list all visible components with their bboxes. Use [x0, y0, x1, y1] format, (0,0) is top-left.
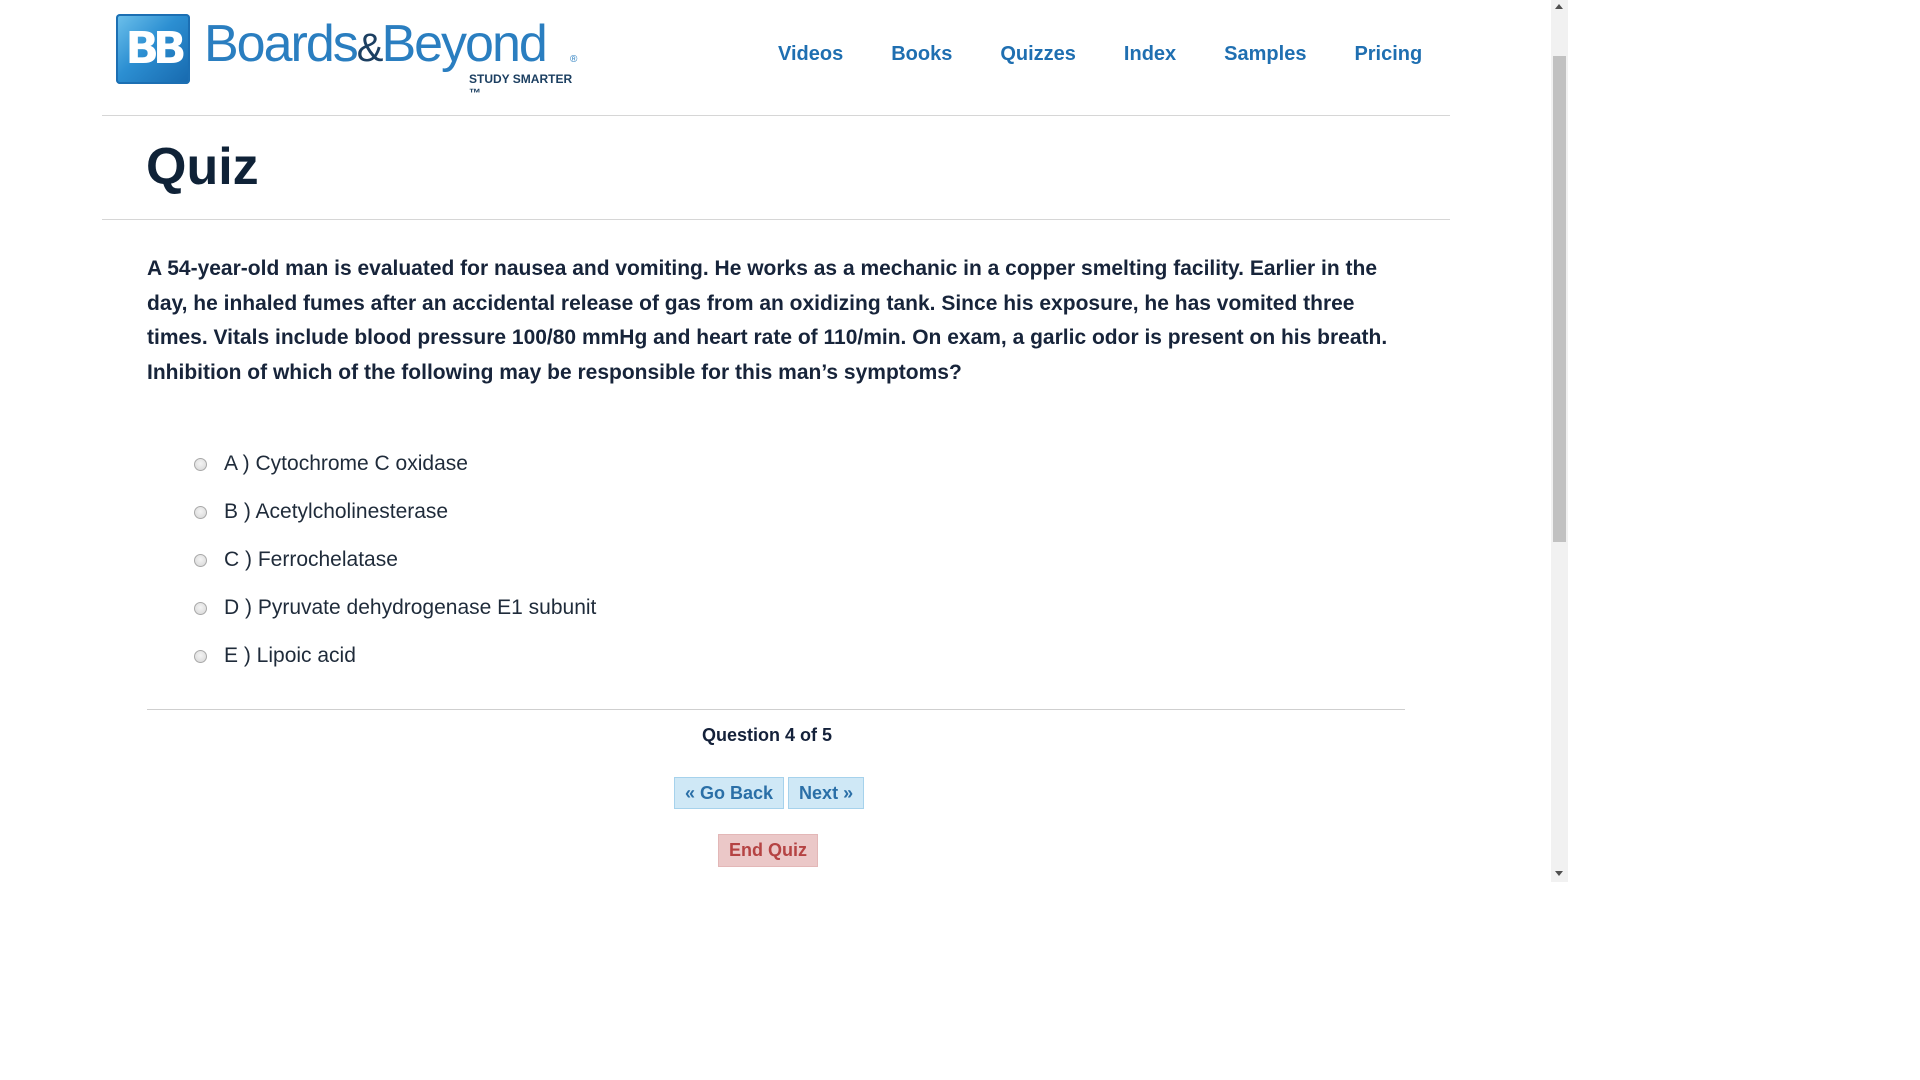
- answer-option-label: B ) Acetylcholinesterase: [224, 500, 449, 523]
- answer-options: A ) Cytochrome C oxidase B ) Acetylcholi…: [194, 440, 596, 680]
- vertical-scrollbar[interactable]: [1551, 0, 1568, 882]
- answer-option-label: D ) Pyruvate dehydrogenase E1 subunit: [224, 596, 597, 619]
- nav-link-quizzes[interactable]: Quizzes: [1000, 40, 1076, 68]
- site-header: BB Boards&Beyond ® STUDY SMARTER ™ Video…: [102, 0, 1450, 116]
- question-text: A 54-year-old man is evaluated for nause…: [147, 257, 1388, 384]
- brand-tagline: STUDY SMARTER ™: [469, 72, 573, 100]
- scroll-down-arrow-icon[interactable]: [1555, 871, 1563, 876]
- brand-name: Boards&Beyond: [204, 14, 548, 78]
- answer-option-label: C ) Ferrochelatase: [224, 548, 398, 571]
- scroll-up-arrow-icon[interactable]: [1555, 4, 1563, 9]
- answer-option-label: E ) Lipoic acid: [224, 644, 356, 667]
- radio-unchecked-icon[interactable]: [194, 505, 207, 519]
- radio-unchecked-icon[interactable]: [194, 649, 207, 663]
- radio-unchecked-icon[interactable]: [194, 601, 207, 615]
- end-quiz-button[interactable]: End Quiz: [718, 834, 818, 867]
- next-button[interactable]: Next »: [788, 777, 865, 809]
- main-nav: Videos Books Quizzes Index Samples Prici…: [778, 40, 1422, 68]
- nav-link-samples[interactable]: Samples: [1224, 40, 1306, 68]
- brand-name-part1: Boards: [204, 15, 359, 73]
- brand-logo[interactable]: BB Boards&Beyond ® STUDY SMARTER ™: [116, 14, 584, 100]
- nav-link-pricing[interactable]: Pricing: [1354, 40, 1422, 68]
- divider: [147, 709, 1405, 710]
- page-title: Quiz: [146, 138, 259, 196]
- bb-logo-icon: BB: [116, 14, 190, 84]
- brand-registered-mark: ®: [570, 54, 578, 65]
- go-back-button[interactable]: « Go Back: [674, 777, 785, 809]
- brand-name-part2: Beyond: [381, 15, 547, 73]
- title-bar: Quiz: [102, 116, 1450, 220]
- nav-link-videos[interactable]: Videos: [778, 40, 843, 68]
- answer-option-e[interactable]: E ) Lipoic acid: [194, 632, 596, 680]
- quiz-navigation: « Go Back Next »: [674, 777, 865, 809]
- radio-unchecked-icon[interactable]: [194, 553, 207, 567]
- answer-option-a[interactable]: A ) Cytochrome C oxidase: [194, 440, 596, 488]
- scrollbar-thumb[interactable]: [1553, 56, 1566, 542]
- nav-link-index[interactable]: Index: [1124, 40, 1176, 68]
- nav-link-books[interactable]: Books: [891, 40, 952, 68]
- answer-option-c[interactable]: C ) Ferrochelatase: [194, 536, 596, 584]
- brand-wordmark: Boards&Beyond ® STUDY SMARTER ™: [204, 14, 584, 100]
- answer-option-d[interactable]: D ) Pyruvate dehydrogenase E1 subunit: [194, 584, 596, 632]
- question-progress: Question 4 of 5: [701, 725, 833, 745]
- radio-unchecked-icon[interactable]: [194, 457, 207, 471]
- answer-option-b[interactable]: B ) Acetylcholinesterase: [194, 488, 596, 536]
- brand-name-amp: &: [356, 26, 384, 70]
- answer-option-label: A ) Cytochrome C oxidase: [224, 452, 468, 475]
